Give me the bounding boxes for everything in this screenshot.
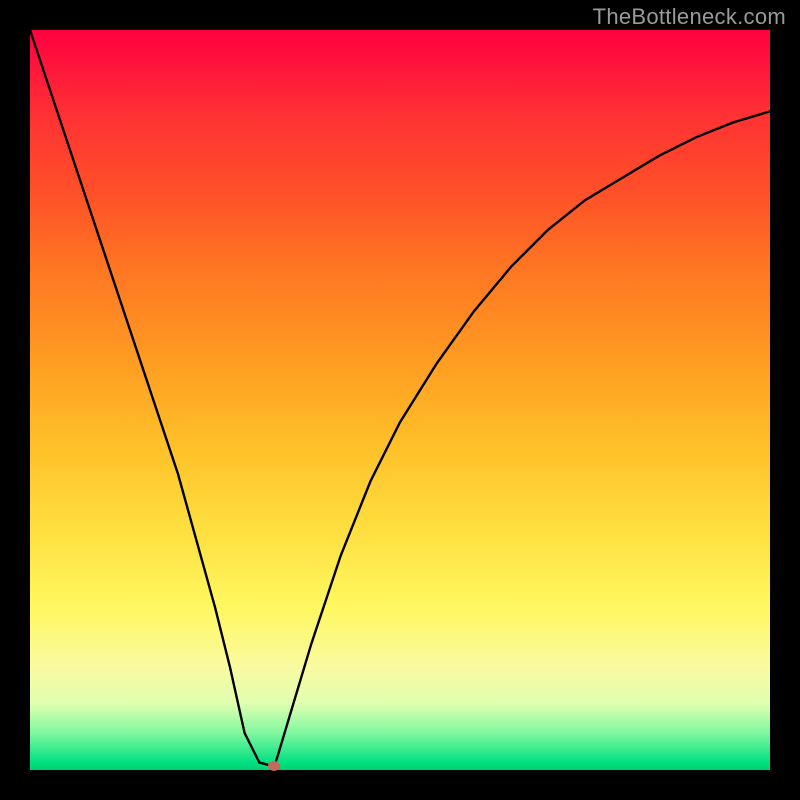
plot-area [30, 30, 770, 770]
curve-path [30, 30, 770, 766]
watermark-text: TheBottleneck.com [593, 4, 786, 30]
bottleneck-curve [30, 30, 770, 770]
chart-frame: TheBottleneck.com [0, 0, 800, 800]
